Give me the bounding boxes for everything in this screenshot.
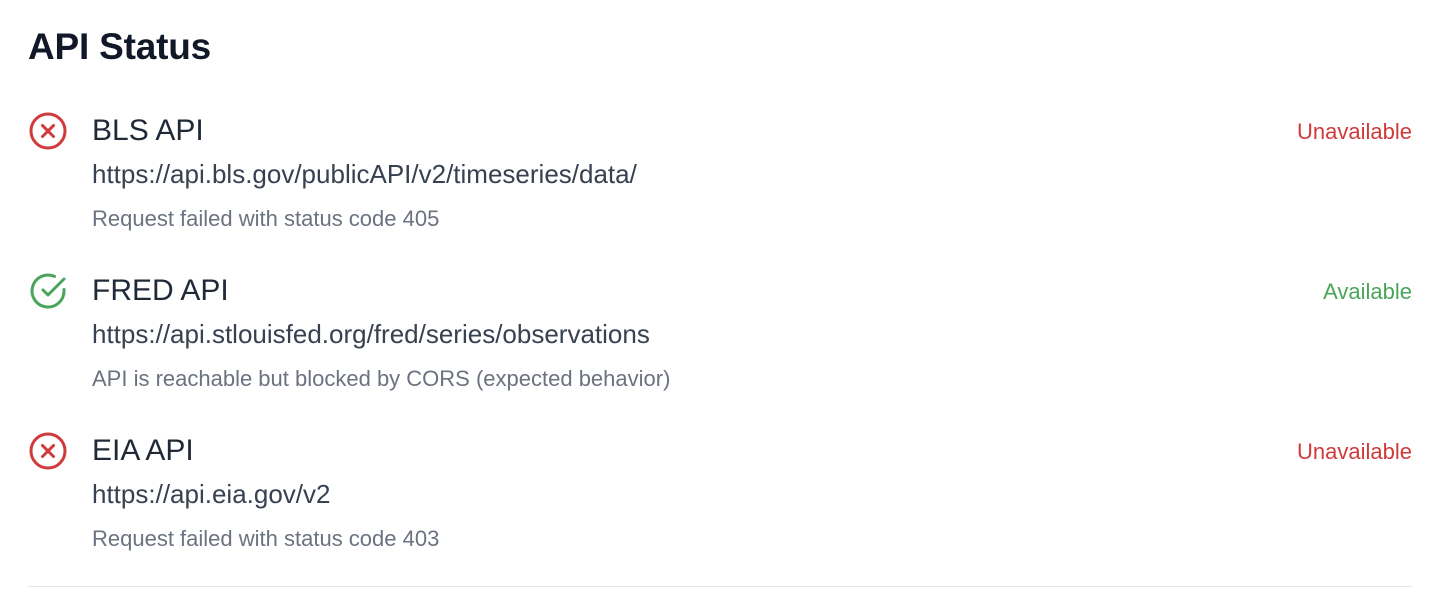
api-url: https://api.bls.gov/publicAPI/v2/timeser…	[92, 159, 637, 189]
divider	[28, 586, 1412, 587]
api-name: FRED API	[92, 274, 229, 307]
api-status-row-fred: FRED API https://api.stlouisfed.org/fred…	[28, 269, 1412, 399]
x-circle-icon	[28, 111, 68, 151]
page-title: API Status	[28, 26, 212, 67]
api-status-panel: API Status BLS API https://api.bls.gov/p…	[28, 0, 1412, 604]
status-badge: Unavailable	[1297, 119, 1412, 144]
api-status-row-bls: BLS API https://api.bls.gov/publicAPI/v2…	[28, 109, 1412, 239]
status-badge: Unavailable	[1297, 439, 1412, 464]
api-url: https://api.eia.gov/v2	[92, 479, 331, 509]
api-status-message: Request failed with status code 403	[92, 526, 440, 551]
api-status-message: API is reachable but blocked by CORS (ex…	[92, 366, 671, 391]
x-circle-icon	[28, 431, 68, 471]
api-status-message: Request failed with status code 405	[92, 206, 440, 231]
api-url: https://api.stlouisfed.org/fred/series/o…	[92, 319, 650, 349]
api-status-row-eia: EIA API https://api.eia.gov/v2 Request f…	[28, 429, 1412, 559]
api-name: BLS API	[92, 114, 204, 147]
status-badge: Available	[1323, 279, 1412, 304]
api-name: EIA API	[92, 434, 194, 467]
check-circle-icon	[28, 271, 68, 311]
